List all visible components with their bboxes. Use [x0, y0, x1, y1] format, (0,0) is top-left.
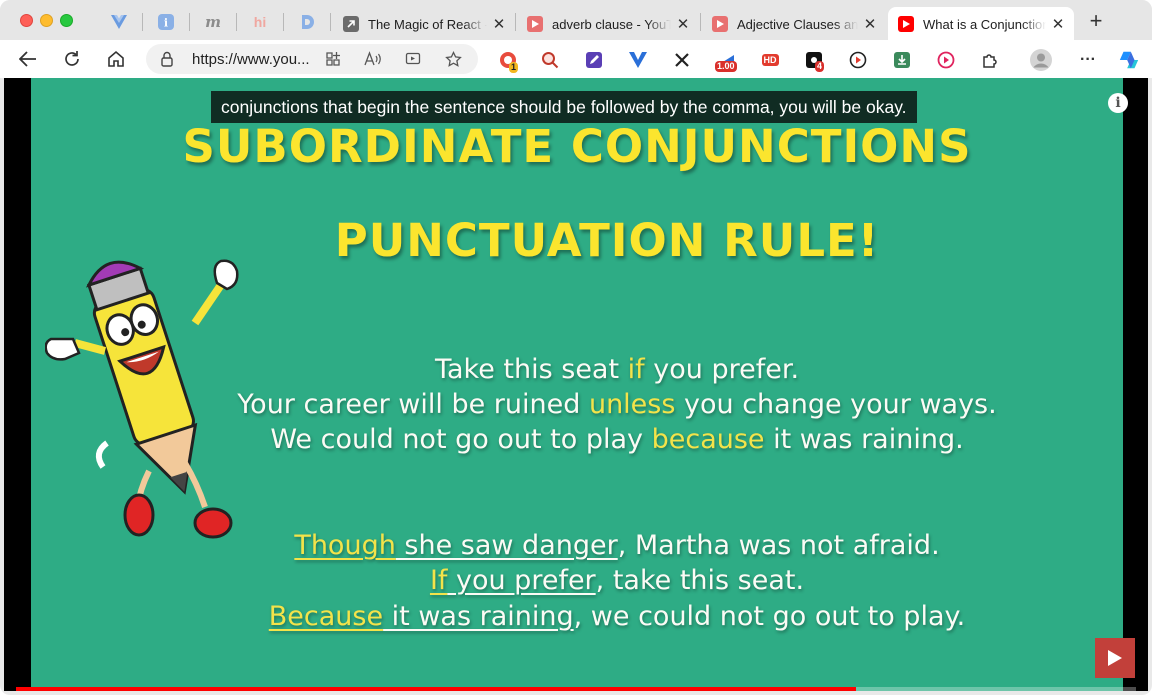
dependent-clause: you prefer	[447, 565, 596, 596]
copilot-icon[interactable]	[1118, 49, 1140, 71]
pinned-tab-info-icon[interactable]: i	[154, 10, 178, 34]
browser-window: i m hi The Magic of React - ✕ adverb cla…	[0, 0, 1152, 695]
svg-text:i: i	[164, 17, 168, 30]
tab-title: The Magic of React -	[368, 16, 487, 32]
example-sentence: Your career will be ruined unless you ch…	[237, 389, 997, 420]
conjunction-highlight: Because	[268, 601, 384, 632]
video-frame-slide: SUBORDINATE CONJUNCTIONS PUNCTUATION RUL…	[31, 78, 1123, 691]
youtube-icon	[898, 16, 914, 32]
close-tab-icon[interactable]: ✕	[1050, 15, 1066, 33]
example-sentence: Because it was raining, we could not go …	[268, 601, 966, 632]
tab-title: What is a Conjunction	[923, 16, 1046, 32]
slide-subtitle: PUNCTUATION RULE!	[334, 214, 880, 267]
tab-title: Adjective Clauses and	[737, 16, 858, 32]
immersive-reader-icon[interactable]	[404, 50, 422, 68]
play-icon	[1108, 650, 1122, 666]
app-available-icon[interactable]	[324, 50, 342, 68]
v-extension-icon[interactable]	[627, 49, 649, 71]
example-sentence: If you prefer, take this seat.	[429, 565, 805, 596]
zoom-window-button[interactable]	[60, 14, 73, 27]
pen-extension-icon[interactable]	[583, 49, 605, 71]
closed-caption: conjunctions that begin the sentence sho…	[211, 91, 917, 123]
youtube-icon	[527, 16, 543, 32]
close-tab-icon[interactable]: ✕	[675, 15, 691, 33]
video-progress-bar[interactable]	[16, 687, 1136, 691]
tab-adverb-clause[interactable]: adverb clause - YouTube ✕	[517, 7, 699, 41]
more-menu-icon[interactable]: ···	[1077, 49, 1099, 71]
youtube-icon	[712, 16, 728, 32]
profile-avatar[interactable]	[1030, 49, 1052, 71]
dependent-clause: it was raining	[383, 601, 574, 632]
tab-what-is-a-conjunction[interactable]: What is a Conjunction ✕	[888, 7, 1074, 41]
tab-adjective-clauses[interactable]: Adjective Clauses and ✕	[702, 7, 886, 41]
hd-label: HD	[761, 54, 779, 66]
new-tab-button[interactable]: +	[1084, 10, 1108, 34]
pinned-tab-vue-icon[interactable]	[107, 10, 131, 34]
extensions-puzzle-icon[interactable]	[979, 49, 1001, 71]
example-sentence: We could not go out to play because it w…	[270, 424, 964, 455]
conjunction-highlight: if	[627, 354, 645, 385]
speed-extension-icon[interactable]: 1.00	[715, 49, 737, 72]
close-tab-icon[interactable]: ✕	[491, 15, 507, 33]
dependent-clause: she saw danger	[395, 530, 618, 561]
dots-extension-icon[interactable]	[671, 49, 693, 71]
example-sentence: Take this seat if you prefer.	[434, 354, 800, 385]
conjunction-highlight: Though	[294, 530, 396, 561]
youtube-extension-icon[interactable]	[847, 49, 869, 71]
conjunction-highlight: because	[651, 424, 765, 455]
play-button[interactable]	[1095, 638, 1135, 678]
example-sentence: Though she saw danger, Martha was not af…	[294, 530, 940, 561]
reload-icon[interactable]	[60, 47, 84, 71]
arrow-icon	[343, 16, 359, 32]
tab-title: adverb clause - YouTube	[552, 16, 671, 32]
record-extension-icon[interactable]: 1	[497, 49, 519, 73]
read-aloud-icon[interactable]	[364, 50, 382, 68]
slide-title: SUBORDINATE CONJUNCTIONS	[182, 120, 972, 173]
url-text[interactable]: https://www.you...	[192, 51, 310, 68]
video-progress-fill	[16, 687, 856, 691]
tab-magic-of-react[interactable]: The Magic of React - ✕	[333, 7, 515, 41]
favorite-star-icon[interactable]	[444, 50, 462, 68]
black-extension-icon[interactable]: 4	[803, 49, 825, 72]
playback-speed-badge: 1.00	[715, 61, 737, 72]
toolbar: https://www.you... 1 1.00 HD 4 ···	[0, 40, 1152, 78]
tab-strip: i m hi The Magic of React - ✕ adverb cla…	[0, 0, 1152, 42]
address-bar[interactable]: https://www.you...	[146, 44, 478, 74]
video-player[interactable]: SUBORDINATE CONJUNCTIONS PUNCTUATION RUL…	[4, 78, 1148, 691]
extension-badge: 1	[509, 62, 519, 73]
play-circle-extension-icon[interactable]	[935, 49, 957, 71]
pinned-tab-m-icon[interactable]: m	[201, 10, 225, 34]
lock-icon[interactable]	[160, 51, 174, 72]
conjunction-highlight: If	[429, 565, 448, 596]
pinned-tab-hi-icon[interactable]: hi	[248, 10, 272, 34]
minimize-window-button[interactable]	[40, 14, 53, 27]
close-tab-icon[interactable]: ✕	[862, 15, 878, 33]
conjunction-highlight: unless	[588, 389, 676, 420]
close-window-button[interactable]	[20, 14, 33, 27]
home-icon[interactable]	[104, 47, 128, 71]
pinned-tab-d-icon[interactable]	[295, 10, 319, 34]
download-extension-icon[interactable]	[891, 49, 913, 71]
search-extension-icon[interactable]	[539, 49, 561, 71]
hd-extension-icon[interactable]: HD	[759, 49, 781, 71]
info-icon[interactable]: i	[1108, 93, 1128, 113]
extension-badge: 4	[815, 61, 825, 72]
back-icon[interactable]	[16, 47, 40, 71]
